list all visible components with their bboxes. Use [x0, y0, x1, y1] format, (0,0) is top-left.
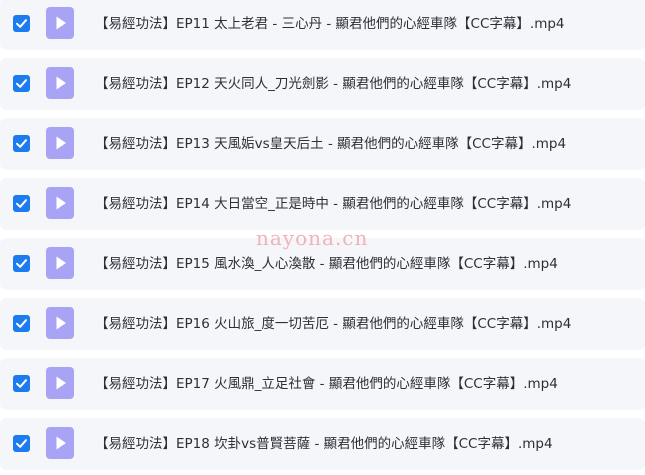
- file-row[interactable]: 【易經功法】EP11 太上老君 - 三心丹 - 顯君他們的心經車隊【CC字幕】.…: [0, 0, 645, 50]
- checkbox-checked[interactable]: [13, 315, 30, 332]
- file-row[interactable]: 【易經功法】EP14 大日當空_正是時中 - 顯君他們的心經車隊【CC字幕】.m…: [0, 178, 645, 230]
- checkbox-checked[interactable]: [13, 15, 30, 32]
- checkbox-checked[interactable]: [13, 195, 30, 212]
- video-file-icon: [46, 67, 74, 99]
- file-name[interactable]: 【易經功法】EP18 坎卦vs普賢菩薩 - 顯君他們的心經車隊【CC字幕】.mp…: [95, 418, 553, 470]
- video-file-icon: [46, 187, 74, 219]
- file-row[interactable]: 【易經功法】EP16 火山旅_度一切苦厄 - 顯君他們的心經車隊【CC字幕】.m…: [0, 298, 645, 350]
- checkbox-checked[interactable]: [13, 375, 30, 392]
- video-file-icon: [46, 247, 74, 279]
- file-name[interactable]: 【易經功法】EP17 火風鼎_立足社會 - 顯君他們的心經車隊【CC字幕】.mp…: [95, 358, 558, 410]
- file-row[interactable]: 【易經功法】EP17 火風鼎_立足社會 - 顯君他們的心經車隊【CC字幕】.mp…: [0, 358, 645, 410]
- checkbox-checked[interactable]: [13, 435, 30, 452]
- video-file-icon: [46, 367, 74, 399]
- video-file-icon: [46, 127, 74, 159]
- video-file-icon: [46, 427, 74, 459]
- video-file-icon: [46, 307, 74, 339]
- file-row[interactable]: 【易經功法】EP13 天風姤vs皇天后土 - 顯君他們的心經車隊【CC字幕】.m…: [0, 118, 645, 170]
- checkbox-checked[interactable]: [13, 75, 30, 92]
- file-name[interactable]: 【易經功法】EP16 火山旅_度一切苦厄 - 顯君他們的心經車隊【CC字幕】.m…: [95, 298, 571, 350]
- video-file-icon: [46, 7, 74, 39]
- file-name[interactable]: 【易經功法】EP12 天火同人_刀光劍影 - 顯君他們的心經車隊【CC字幕】.m…: [95, 58, 571, 110]
- file-row[interactable]: 【易經功法】EP12 天火同人_刀光劍影 - 顯君他們的心經車隊【CC字幕】.m…: [0, 58, 645, 110]
- file-name[interactable]: 【易經功法】EP13 天風姤vs皇天后土 - 顯君他們的心經車隊【CC字幕】.m…: [95, 118, 566, 170]
- file-list: 【易經功法】EP11 太上老君 - 三心丹 - 顯君他們的心經車隊【CC字幕】.…: [0, 0, 645, 475]
- file-name[interactable]: 【易經功法】EP11 太上老君 - 三心丹 - 顯君他們的心經車隊【CC字幕】.…: [95, 0, 565, 50]
- watermark: nayona.cn: [256, 226, 369, 250]
- checkbox-checked[interactable]: [13, 255, 30, 272]
- file-row[interactable]: 【易經功法】EP18 坎卦vs普賢菩薩 - 顯君他們的心經車隊【CC字幕】.mp…: [0, 418, 645, 470]
- checkbox-checked[interactable]: [13, 135, 30, 152]
- file-name[interactable]: 【易經功法】EP14 大日當空_正是時中 - 顯君他們的心經車隊【CC字幕】.m…: [95, 178, 571, 230]
